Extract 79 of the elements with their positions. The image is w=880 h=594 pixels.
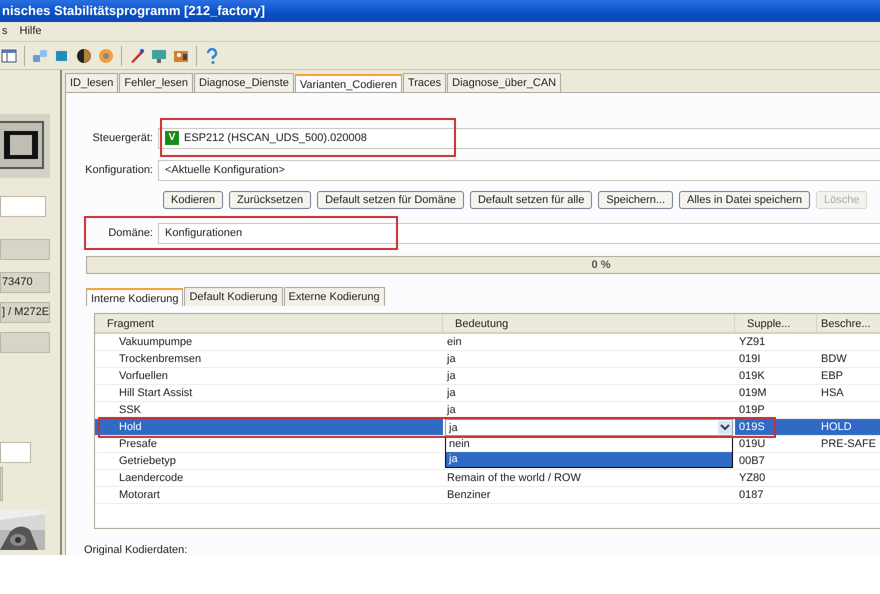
pen-icon[interactable] (128, 46, 146, 64)
table-cell: 019S (735, 419, 817, 435)
dropdown-option[interactable]: nein (446, 437, 732, 452)
device-icon (0, 114, 50, 178)
table-cell-text: Vakuumpumpe (118, 335, 194, 350)
info-field: ] / M272E (0, 302, 50, 323)
chevron-icon[interactable] (718, 421, 732, 434)
info-field: 73470 (0, 272, 50, 293)
table-cell-text: ja (446, 403, 457, 418)
table-cell-text: PRE-SAFE (820, 437, 878, 452)
table-cell-text: Laendercode (118, 471, 184, 486)
table-cell-text: Getriebetyp (118, 454, 177, 469)
section-label: Original Kodierdaten: (84, 543, 188, 555)
action-button[interactable]: Default setzen für Domäne (317, 191, 464, 209)
table-cell-text: Motorart (118, 488, 161, 503)
table-cell-text: BDW (820, 352, 848, 367)
table-cell-text: Remain of the world / ROW (446, 471, 582, 486)
table-cell-text: ja (446, 352, 457, 367)
table-cell-text: ein (446, 335, 463, 350)
info-field (0, 239, 50, 260)
tab[interactable]: ID_lesen (65, 72, 118, 92)
table-cell-text: 019M (738, 386, 768, 401)
steuergeraet-field[interactable]: V ESP212 (HSCAN_UDS_500).020008 (158, 128, 880, 148)
tab[interactable]: Fehler_lesen (119, 72, 194, 92)
dropdown-option[interactable]: ja (446, 452, 732, 467)
column-header[interactable]: Bedeutung (443, 314, 735, 334)
konfiguration-field[interactable]: <Aktuelle Konfiguration> (158, 160, 880, 180)
tab[interactable]: Diagnose_Dienste (194, 72, 294, 92)
menu-item[interactable]: s (0, 23, 10, 40)
table-cell-text: 019P (738, 403, 766, 418)
column-header[interactable]: Beschre... (817, 314, 880, 334)
field-label: Konfiguration: (84, 162, 154, 178)
table-cell-text: 019I (738, 352, 762, 367)
table-cell: Hold (95, 419, 443, 435)
table-cell-text: YZ80 (738, 471, 766, 486)
field-label: Domäne: (107, 226, 154, 241)
table-cell-text: 0187 (738, 488, 764, 503)
table-cell-text: 00B7 (738, 454, 766, 469)
column-header[interactable]: Fragment (95, 314, 443, 334)
table-cell-text: 019U (738, 437, 766, 452)
column-header[interactable]: Supple... (735, 314, 817, 334)
tab[interactable]: Externe Kodierung (284, 286, 385, 306)
table-cell-text: ja (446, 386, 457, 401)
input-field[interactable] (0, 442, 31, 463)
action-button[interactable]: Speichern... (598, 191, 674, 209)
table-icon[interactable] (0, 46, 18, 64)
table-cell-text: HSA (820, 386, 845, 401)
status-badge: V (165, 131, 179, 145)
tab[interactable]: Default Kodierung (184, 286, 283, 306)
table-cell-text: Presafe (118, 437, 158, 452)
table-cell-text: SSK (118, 403, 142, 418)
dropdown-field[interactable]: ja (445, 419, 733, 436)
tab[interactable]: Varianten_Codieren (294, 74, 402, 92)
table-cell-text: Vorfuellen (118, 369, 169, 384)
field-label: Steuergerät: (91, 130, 154, 146)
action-button[interactable]: Kodieren (163, 191, 224, 209)
tab[interactable]: Diagnose_über_CAN (447, 72, 562, 92)
progress-reading: 0 % (592, 259, 610, 271)
table-cell-text: Hill Start Assist (118, 386, 194, 401)
table-cell-text: YZ91 (738, 335, 766, 350)
table-cell-text: Trockenbremsen (118, 352, 202, 367)
table-cell-text: EBP (820, 369, 844, 384)
window-title: nisches Stabilitätsprogramm [212_factory] (0, 0, 880, 22)
table-cell-text: Benziner (446, 488, 492, 503)
steuergeraet-value: ESP212 (HSCAN_UDS_500).020008 (184, 130, 367, 146)
info-field (0, 332, 50, 353)
dropdown-value: ja (449, 420, 458, 436)
table-cell: HOLD (817, 419, 880, 435)
tab[interactable]: Interne Kodierung (86, 288, 184, 306)
domaene-field[interactable]: Konfigurationen (158, 222, 880, 244)
action-button[interactable]: Alles in Datei speichern (679, 191, 810, 209)
table-cell-text: 019K (738, 369, 766, 384)
action-button[interactable]: Zurücksetzen (229, 191, 312, 209)
table-cell-text: ja (446, 369, 457, 384)
tab[interactable]: Traces (402, 72, 446, 92)
circle-icon[interactable] (75, 46, 93, 64)
input-field[interactable] (0, 196, 46, 217)
action-button[interactable]: Default setzen für alle (470, 191, 592, 209)
menu-item[interactable]: Hilfe (18, 23, 44, 40)
